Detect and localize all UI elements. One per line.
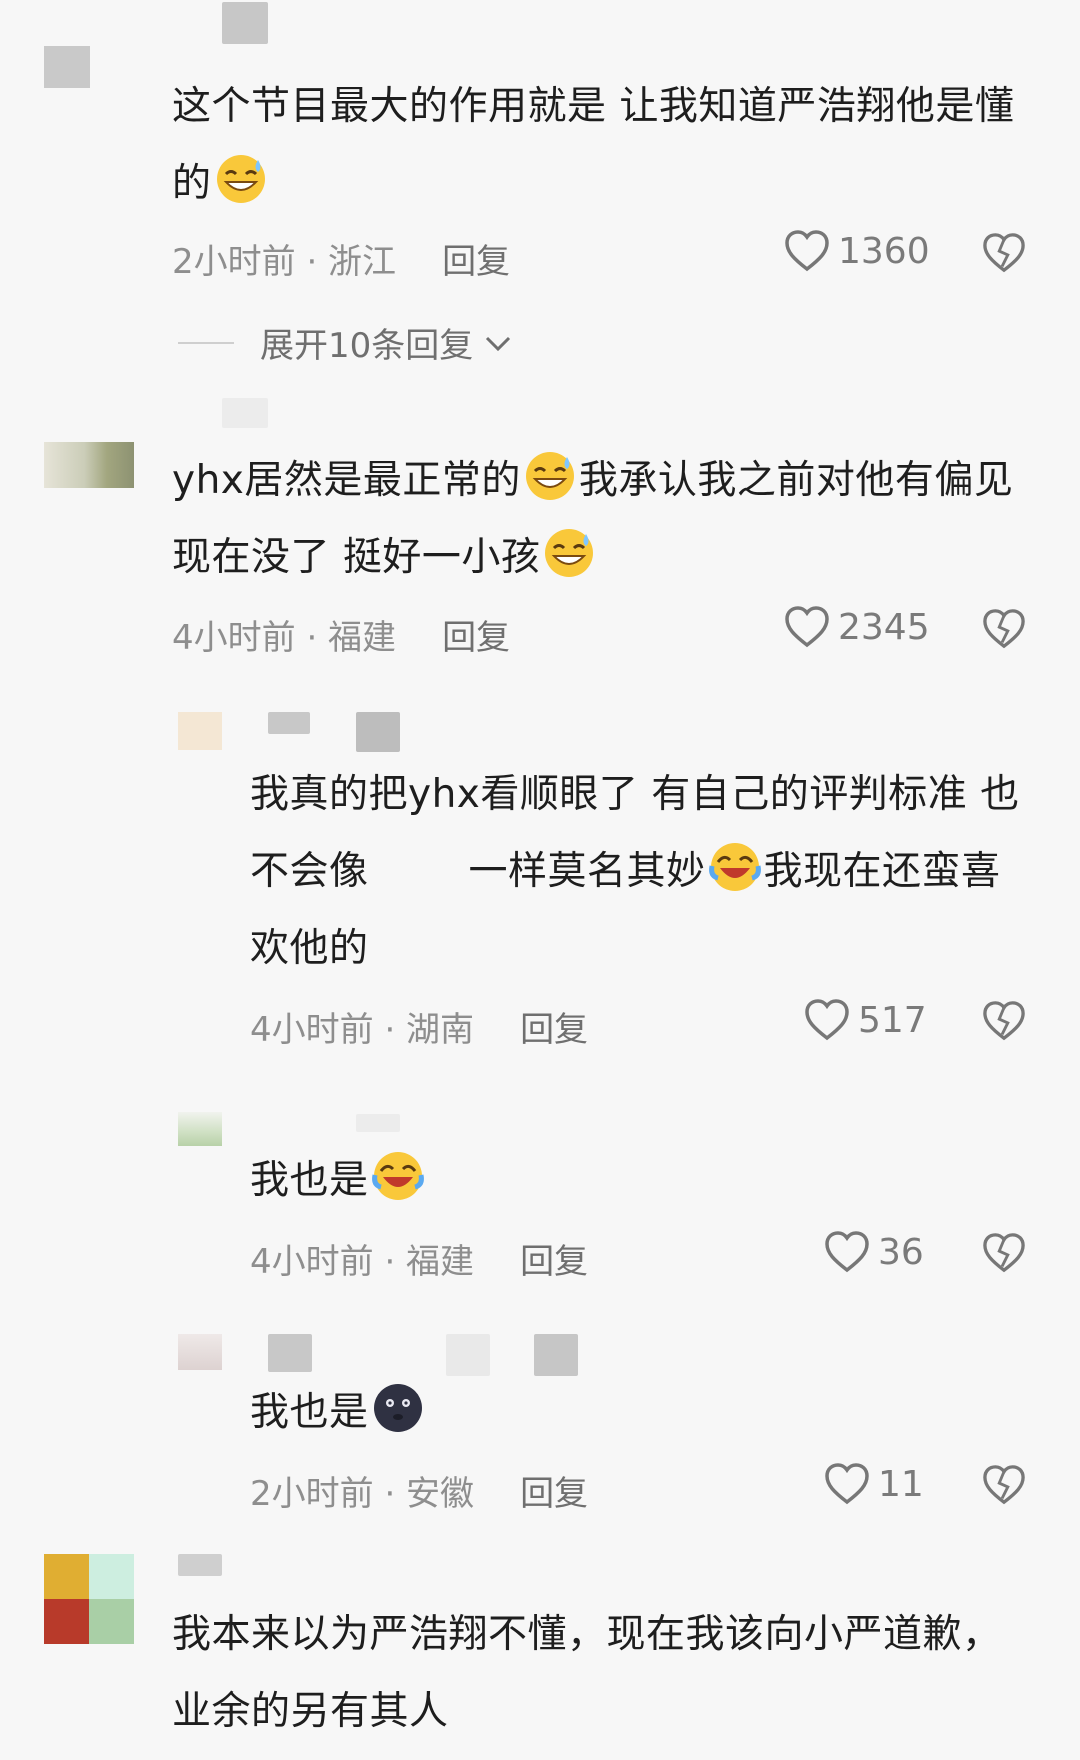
like-count: 2345 — [838, 606, 930, 648]
heart-icon — [785, 230, 829, 272]
avatar-tile — [89, 1599, 134, 1644]
reply-button[interactable]: 回复 — [520, 1466, 588, 1515]
like-button[interactable]: 11 — [824, 1462, 924, 1506]
dark-moon-face-emoji — [373, 1384, 422, 1432]
avatar-tile — [44, 1554, 89, 1599]
timestamp-location: 2小时前 · 安徽 — [250, 1474, 475, 1514]
like-button[interactable]: 1360 — [784, 229, 930, 273]
timestamp-location: 4小时前 · 福建 — [172, 618, 397, 658]
timestamp-location: 4小时前 · 福建 — [250, 1242, 475, 1282]
timestamp-location: 4小时前 · 湖南 — [250, 1010, 475, 1050]
like-button[interactable]: 2345 — [784, 605, 930, 649]
dislike-icon[interactable] — [982, 1464, 1026, 1506]
comment-text: 这个节目最大的作用就是 让我知道严浩翔他是懂的 — [172, 84, 1015, 206]
like-count: 36 — [878, 1231, 924, 1273]
avatar-tile — [44, 1599, 89, 1644]
comment-meta: 4小时前 · 湖南 回复 — [250, 1002, 588, 1051]
reply-button[interactable]: 回复 — [520, 1002, 588, 1051]
avatar-tile — [89, 1554, 134, 1599]
comment-text: 我也是 — [250, 1142, 1032, 1219]
grinning-sweat-emoji — [525, 452, 574, 500]
avatar[interactable] — [44, 46, 90, 88]
reply-button[interactable]: 回复 — [442, 234, 510, 283]
comment-text: yhx居然是最正常的 我承认我之前对他有偏见现在没了 挺好一小孩 — [172, 442, 1032, 596]
comment-meta: 2小时前 · 安徽 回复 — [250, 1466, 588, 1515]
grinning-sweat-emoji — [545, 529, 594, 577]
heart-icon — [785, 606, 829, 648]
crying-laughing-emoji — [708, 843, 761, 891]
comment-text: 我本来以为严浩翔不懂，现在我该向小严道歉，业余的另有其人 — [172, 1612, 1002, 1734]
heart-icon — [825, 1463, 869, 1505]
like-count: 517 — [858, 999, 927, 1041]
username[interactable] — [222, 2, 268, 44]
username[interactable] — [446, 1334, 490, 1376]
divider-line — [178, 341, 234, 344]
reply-button[interactable]: 回复 — [442, 610, 510, 659]
dislike-icon[interactable] — [982, 1232, 1026, 1274]
crying-laughing-emoji — [371, 1152, 424, 1200]
username[interactable] — [356, 712, 400, 752]
username[interactable] — [268, 1334, 312, 1372]
username[interactable] — [222, 398, 268, 428]
like-button[interactable]: 517 — [804, 998, 927, 1042]
username[interactable] — [268, 712, 310, 734]
avatar[interactable] — [44, 442, 134, 488]
username[interactable] — [356, 1114, 400, 1132]
like-count: 11 — [878, 1463, 924, 1505]
avatar[interactable] — [44, 1554, 134, 1644]
heart-icon — [825, 1231, 869, 1273]
username[interactable] — [178, 1554, 222, 1576]
avatar[interactable] — [178, 1112, 222, 1146]
dislike-icon[interactable] — [982, 232, 1026, 274]
grinning-sweat-emoji — [216, 155, 265, 203]
comment-meta: 4小时前 · 福建 回复 — [250, 1234, 588, 1283]
comment-meta: 4小时前 · 福建 回复 — [172, 610, 510, 659]
avatar[interactable] — [178, 1334, 222, 1370]
dislike-icon[interactable] — [982, 608, 1026, 650]
comment-text: 我也是 — [250, 1374, 1032, 1451]
comment-text: 我真的把yhx看顺眼了 有自己的评判标准 也不会像 一样莫名其妙 我现在还蛮喜欢他的 — [250, 772, 1020, 971]
heart-icon — [805, 999, 849, 1041]
dislike-icon[interactable] — [982, 1000, 1026, 1042]
username[interactable] — [534, 1334, 578, 1376]
like-count: 1360 — [838, 230, 930, 272]
chevron-down-icon — [486, 336, 511, 351]
comment-meta: 2小时前 · 浙江 回复 — [172, 234, 510, 283]
avatar[interactable] — [178, 712, 222, 750]
timestamp-location: 2小时前 · 浙江 — [172, 242, 397, 282]
like-button[interactable]: 36 — [824, 1230, 924, 1274]
reply-button[interactable]: 回复 — [520, 1234, 588, 1283]
expand-replies-button[interactable]: 展开10条回复 — [178, 318, 515, 367]
expand-replies-label: 展开10条回复 — [260, 326, 474, 366]
